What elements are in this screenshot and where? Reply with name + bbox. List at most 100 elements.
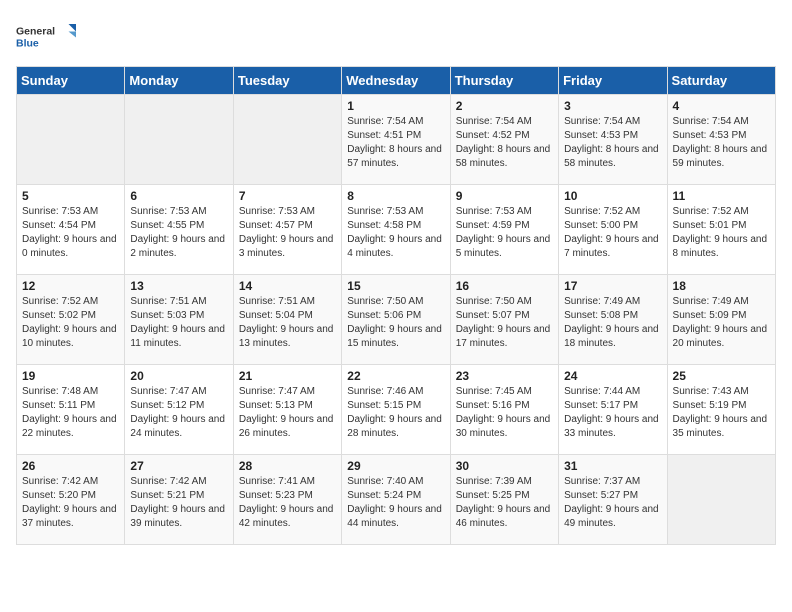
- calendar-day-cell: 21 Sunrise: 7:47 AMSunset: 5:13 PMDaylig…: [233, 365, 341, 455]
- day-info: Sunrise: 7:50 AMSunset: 5:06 PMDaylight:…: [347, 295, 444, 351]
- calendar-day-cell: 13 Sunrise: 7:51 AMSunset: 5:03 PMDaylig…: [125, 275, 233, 365]
- day-number: 8: [347, 189, 444, 203]
- day-info: Sunrise: 7:43 AMSunset: 5:19 PMDaylight:…: [673, 385, 770, 441]
- day-number: 14: [239, 279, 336, 293]
- svg-text:Blue: Blue: [16, 38, 39, 50]
- calendar-day-cell: [667, 455, 775, 545]
- day-number: 17: [564, 279, 661, 293]
- calendar-day-cell: 22 Sunrise: 7:46 AMSunset: 5:15 PMDaylig…: [342, 365, 450, 455]
- day-number: 22: [347, 369, 444, 383]
- calendar-day-cell: 26 Sunrise: 7:42 AMSunset: 5:20 PMDaylig…: [17, 455, 125, 545]
- day-info: Sunrise: 7:53 AMSunset: 4:57 PMDaylight:…: [239, 205, 336, 261]
- weekday-header: Sunday: [17, 67, 125, 95]
- calendar-week-row: 12 Sunrise: 7:52 AMSunset: 5:02 PMDaylig…: [17, 275, 776, 365]
- weekday-header: Thursday: [450, 67, 558, 95]
- calendar-day-cell: [17, 95, 125, 185]
- day-info: Sunrise: 7:52 AMSunset: 5:02 PMDaylight:…: [22, 295, 119, 351]
- day-number: 1: [347, 99, 444, 113]
- calendar-day-cell: 20 Sunrise: 7:47 AMSunset: 5:12 PMDaylig…: [125, 365, 233, 455]
- svg-text:General: General: [16, 26, 55, 38]
- day-info: Sunrise: 7:54 AMSunset: 4:53 PMDaylight:…: [564, 115, 661, 171]
- day-info: Sunrise: 7:53 AMSunset: 4:54 PMDaylight:…: [22, 205, 119, 261]
- day-number: 13: [130, 279, 227, 293]
- calendar-day-cell: 31 Sunrise: 7:37 AMSunset: 5:27 PMDaylig…: [559, 455, 667, 545]
- weekday-header: Tuesday: [233, 67, 341, 95]
- day-info: Sunrise: 7:52 AMSunset: 5:01 PMDaylight:…: [673, 205, 770, 261]
- day-number: 15: [347, 279, 444, 293]
- calendar-day-cell: 18 Sunrise: 7:49 AMSunset: 5:09 PMDaylig…: [667, 275, 775, 365]
- day-number: 16: [456, 279, 553, 293]
- day-number: 29: [347, 459, 444, 473]
- day-number: 18: [673, 279, 770, 293]
- day-info: Sunrise: 7:45 AMSunset: 5:16 PMDaylight:…: [456, 385, 553, 441]
- day-number: 3: [564, 99, 661, 113]
- day-number: 12: [22, 279, 119, 293]
- weekday-header: Wednesday: [342, 67, 450, 95]
- calendar-day-cell: 25 Sunrise: 7:43 AMSunset: 5:19 PMDaylig…: [667, 365, 775, 455]
- calendar-day-cell: 11 Sunrise: 7:52 AMSunset: 5:01 PMDaylig…: [667, 185, 775, 275]
- day-info: Sunrise: 7:53 AMSunset: 4:59 PMDaylight:…: [456, 205, 553, 261]
- day-number: 24: [564, 369, 661, 383]
- day-info: Sunrise: 7:42 AMSunset: 5:21 PMDaylight:…: [130, 475, 227, 531]
- day-info: Sunrise: 7:46 AMSunset: 5:15 PMDaylight:…: [347, 385, 444, 441]
- day-info: Sunrise: 7:49 AMSunset: 5:08 PMDaylight:…: [564, 295, 661, 351]
- calendar-day-cell: 15 Sunrise: 7:50 AMSunset: 5:06 PMDaylig…: [342, 275, 450, 365]
- day-info: Sunrise: 7:51 AMSunset: 5:03 PMDaylight:…: [130, 295, 227, 351]
- calendar-week-row: 26 Sunrise: 7:42 AMSunset: 5:20 PMDaylig…: [17, 455, 776, 545]
- day-number: 2: [456, 99, 553, 113]
- calendar-day-cell: [233, 95, 341, 185]
- day-number: 25: [673, 369, 770, 383]
- day-info: Sunrise: 7:53 AMSunset: 4:58 PMDaylight:…: [347, 205, 444, 261]
- calendar-day-cell: 2 Sunrise: 7:54 AMSunset: 4:52 PMDayligh…: [450, 95, 558, 185]
- day-number: 19: [22, 369, 119, 383]
- calendar-day-cell: [125, 95, 233, 185]
- day-number: 10: [564, 189, 661, 203]
- day-number: 5: [22, 189, 119, 203]
- day-info: Sunrise: 7:47 AMSunset: 5:12 PMDaylight:…: [130, 385, 227, 441]
- day-number: 4: [673, 99, 770, 113]
- day-info: Sunrise: 7:44 AMSunset: 5:17 PMDaylight:…: [564, 385, 661, 441]
- calendar-day-cell: 8 Sunrise: 7:53 AMSunset: 4:58 PMDayligh…: [342, 185, 450, 275]
- calendar-week-row: 19 Sunrise: 7:48 AMSunset: 5:11 PMDaylig…: [17, 365, 776, 455]
- day-number: 9: [456, 189, 553, 203]
- calendar-week-row: 5 Sunrise: 7:53 AMSunset: 4:54 PMDayligh…: [17, 185, 776, 275]
- day-info: Sunrise: 7:54 AMSunset: 4:53 PMDaylight:…: [673, 115, 770, 171]
- day-info: Sunrise: 7:47 AMSunset: 5:13 PMDaylight:…: [239, 385, 336, 441]
- calendar-day-cell: 29 Sunrise: 7:40 AMSunset: 5:24 PMDaylig…: [342, 455, 450, 545]
- calendar-day-cell: 3 Sunrise: 7:54 AMSunset: 4:53 PMDayligh…: [559, 95, 667, 185]
- calendar-day-cell: 17 Sunrise: 7:49 AMSunset: 5:08 PMDaylig…: [559, 275, 667, 365]
- calendar-day-cell: 12 Sunrise: 7:52 AMSunset: 5:02 PMDaylig…: [17, 275, 125, 365]
- day-number: 7: [239, 189, 336, 203]
- day-number: 23: [456, 369, 553, 383]
- logo: General Blue: [16, 16, 76, 56]
- calendar-table: SundayMondayTuesdayWednesdayThursdayFrid…: [16, 66, 776, 545]
- calendar-day-cell: 23 Sunrise: 7:45 AMSunset: 5:16 PMDaylig…: [450, 365, 558, 455]
- day-info: Sunrise: 7:40 AMSunset: 5:24 PMDaylight:…: [347, 475, 444, 531]
- calendar-day-cell: 16 Sunrise: 7:50 AMSunset: 5:07 PMDaylig…: [450, 275, 558, 365]
- calendar-day-cell: 6 Sunrise: 7:53 AMSunset: 4:55 PMDayligh…: [125, 185, 233, 275]
- day-number: 27: [130, 459, 227, 473]
- day-number: 28: [239, 459, 336, 473]
- calendar-day-cell: 30 Sunrise: 7:39 AMSunset: 5:25 PMDaylig…: [450, 455, 558, 545]
- day-info: Sunrise: 7:39 AMSunset: 5:25 PMDaylight:…: [456, 475, 553, 531]
- day-number: 21: [239, 369, 336, 383]
- calendar-day-cell: 4 Sunrise: 7:54 AMSunset: 4:53 PMDayligh…: [667, 95, 775, 185]
- weekday-header: Monday: [125, 67, 233, 95]
- day-info: Sunrise: 7:37 AMSunset: 5:27 PMDaylight:…: [564, 475, 661, 531]
- day-info: Sunrise: 7:54 AMSunset: 4:52 PMDaylight:…: [456, 115, 553, 171]
- day-info: Sunrise: 7:51 AMSunset: 5:04 PMDaylight:…: [239, 295, 336, 351]
- day-info: Sunrise: 7:48 AMSunset: 5:11 PMDaylight:…: [22, 385, 119, 441]
- day-info: Sunrise: 7:41 AMSunset: 5:23 PMDaylight:…: [239, 475, 336, 531]
- day-number: 20: [130, 369, 227, 383]
- calendar-day-cell: 7 Sunrise: 7:53 AMSunset: 4:57 PMDayligh…: [233, 185, 341, 275]
- weekday-header-row: SundayMondayTuesdayWednesdayThursdayFrid…: [17, 67, 776, 95]
- calendar-day-cell: 27 Sunrise: 7:42 AMSunset: 5:21 PMDaylig…: [125, 455, 233, 545]
- day-number: 26: [22, 459, 119, 473]
- calendar-day-cell: 9 Sunrise: 7:53 AMSunset: 4:59 PMDayligh…: [450, 185, 558, 275]
- day-info: Sunrise: 7:52 AMSunset: 5:00 PMDaylight:…: [564, 205, 661, 261]
- day-number: 6: [130, 189, 227, 203]
- day-info: Sunrise: 7:54 AMSunset: 4:51 PMDaylight:…: [347, 115, 444, 171]
- day-number: 30: [456, 459, 553, 473]
- day-number: 31: [564, 459, 661, 473]
- weekday-header: Saturday: [667, 67, 775, 95]
